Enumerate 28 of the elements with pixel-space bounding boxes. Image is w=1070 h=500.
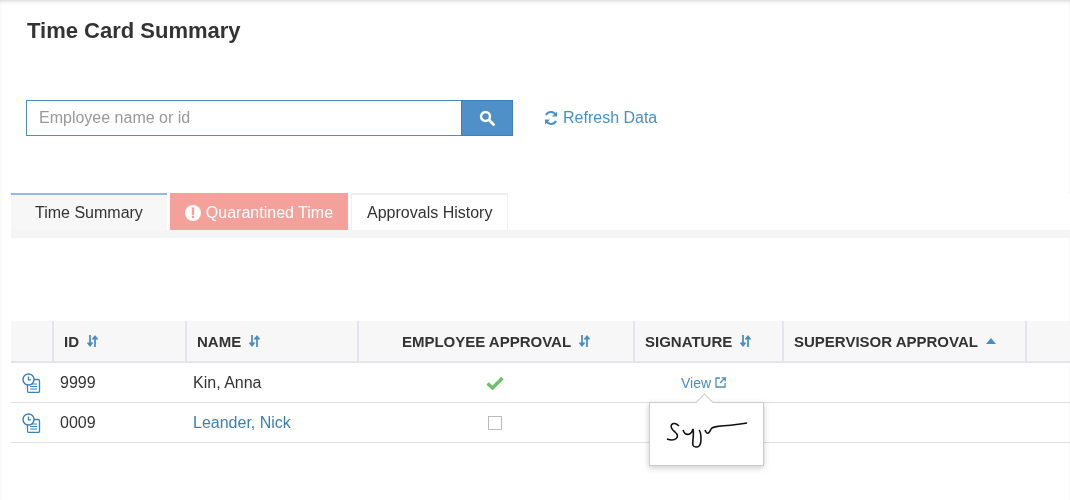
sort-icon[interactable] (87, 335, 98, 347)
checkbox[interactable] (488, 415, 502, 430)
id-cell-text: 0009 (59, 413, 97, 432)
column-header[interactable]: ID (64, 332, 79, 350)
sort-ascending-icon[interactable] (985, 338, 996, 344)
tab[interactable]: Time Summary (11, 193, 167, 230)
timesheet-icon[interactable] (22, 372, 41, 393)
page-title: Time Card Summary (27, 18, 242, 44)
column-header[interactable]: EMPLOYEE APPROVAL (401, 332, 572, 350)
external-link-icon (715, 377, 727, 388)
timesheet-icon[interactable] (22, 412, 41, 433)
column-header[interactable]: SIGNATURE (645, 332, 733, 350)
refresh-icon (543, 110, 559, 126)
view-link[interactable]: View (681, 374, 782, 391)
name-cell-text: Kin, Anna (192, 373, 263, 392)
name-link[interactable]: Leander, Nick (185, 413, 357, 432)
id-cell-text: 9999 (59, 373, 97, 392)
search-button[interactable] (461, 100, 513, 136)
sort-icon[interactable] (249, 335, 261, 347)
refresh-data-link[interactable]: Refresh Data (543, 109, 658, 127)
exclamation-icon (184, 204, 201, 221)
tab[interactable]: Approvals History (351, 193, 509, 230)
sort-icon[interactable] (579, 335, 591, 347)
column-header[interactable]: NAME (197, 332, 242, 350)
sort-icon[interactable] (740, 335, 752, 347)
search-icon (479, 110, 495, 126)
search-field[interactable]: Employee name or id (26, 100, 461, 136)
column-header[interactable]: SUPERVISOR APPROVAL (794, 332, 978, 350)
